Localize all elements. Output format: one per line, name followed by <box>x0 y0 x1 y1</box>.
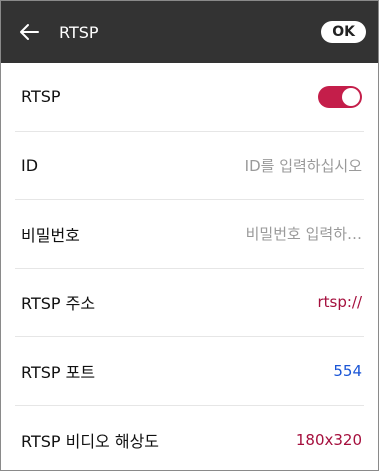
rtsp-port-value[interactable]: 554 <box>333 362 362 380</box>
rtsp-settings-screen: RTSP OK RTSP ID ID를 입력하십시오 비밀번호 비밀번호 입력하… <box>0 0 379 471</box>
row-label: ID <box>21 156 38 175</box>
page-title: RTSP <box>59 23 99 42</box>
resolution-value[interactable]: 180x320 <box>296 431 362 449</box>
row-rtsp-enable[interactable]: RTSP <box>15 63 364 132</box>
id-input[interactable]: ID를 입력하십시오 <box>245 155 362 176</box>
top-app-bar: RTSP OK <box>1 1 378 63</box>
row-label: RTSP 주소 <box>21 290 95 314</box>
row-rtsp-address[interactable]: RTSP 주소 rtsp:// <box>15 269 364 338</box>
row-label: RTSP 포트 <box>21 359 95 383</box>
rtsp-toggle-switch[interactable] <box>318 86 362 108</box>
row-password[interactable]: 비밀번호 비밀번호 입력하… <box>15 200 364 269</box>
row-rtsp-video-resolution[interactable]: RTSP 비디오 해상도 180x320 <box>15 406 364 474</box>
row-rtsp-port[interactable]: RTSP 포트 554 <box>15 337 364 406</box>
back-arrow-icon[interactable] <box>17 20 41 44</box>
row-label: 비밀번호 <box>21 222 80 246</box>
rtsp-address-value: rtsp:// <box>317 293 362 311</box>
password-input[interactable]: 비밀번호 입력하… <box>246 223 362 244</box>
toggle-knob <box>342 88 360 106</box>
row-id[interactable]: ID ID를 입력하십시오 <box>15 132 364 201</box>
ok-button[interactable]: OK <box>321 21 366 43</box>
row-label: RTSP <box>21 87 61 106</box>
row-label: RTSP 비디오 해상도 <box>21 428 159 452</box>
settings-list: RTSP ID ID를 입력하십시오 비밀번호 비밀번호 입력하… RTSP 주… <box>1 63 378 474</box>
